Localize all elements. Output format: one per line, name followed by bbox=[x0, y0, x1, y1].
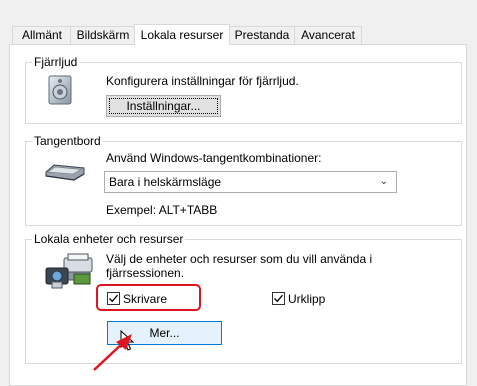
tab-advanced[interactable]: Avancerat bbox=[294, 26, 362, 44]
audio-settings-label: Inställningar... bbox=[126, 99, 201, 113]
keyboard-mode-value: Bara i helskärmsläge bbox=[109, 175, 222, 189]
keyboard-description: Använd Windows-tangentkombinationer: bbox=[106, 151, 322, 165]
keyboard-title: Tangentbord bbox=[32, 134, 103, 148]
printers-highlight-box bbox=[96, 284, 201, 311]
remote-audio-title: Fjärrljud bbox=[32, 55, 80, 69]
devices-icon bbox=[44, 252, 96, 290]
tab-display[interactable]: Bildskärm bbox=[70, 26, 136, 44]
audio-settings-button[interactable]: Inställningar... bbox=[106, 95, 221, 117]
keyboard-example: Exempel: ALT+TABB bbox=[106, 203, 218, 217]
remote-audio-description: Konfigurera inställningar för fjärrljud. bbox=[106, 74, 299, 88]
local-devices-description-line1: Välj de enheter och resurser som du vill… bbox=[106, 252, 373, 266]
tab-label: Avancerat bbox=[301, 28, 355, 42]
checkmark-icon bbox=[274, 294, 283, 303]
remote-audio-group: Fjärrljud bbox=[25, 55, 462, 124]
clipboard-label[interactable]: Urklipp bbox=[288, 292, 325, 306]
more-button-label: Mer... bbox=[149, 326, 180, 340]
chevron-down-icon: ⌄ bbox=[379, 176, 388, 187]
clipboard-checkbox[interactable] bbox=[272, 292, 285, 305]
tab-label: Lokala resurser bbox=[140, 28, 224, 42]
keyboard-mode-select[interactable]: Bara i helskärmsläge ⌄ bbox=[104, 171, 397, 193]
red-arrow-icon bbox=[90, 330, 136, 372]
tab-label: Prestanda bbox=[234, 28, 290, 42]
local-devices-description-line2: fjärrsessionen. bbox=[106, 266, 185, 280]
tab-experience[interactable]: Prestanda bbox=[228, 26, 296, 44]
tab-label: Allmänt bbox=[21, 28, 62, 42]
keyboard-icon bbox=[44, 162, 86, 182]
speaker-icon bbox=[46, 74, 76, 106]
tab-label: Bildskärm bbox=[76, 28, 130, 42]
tab-local-resources[interactable]: Lokala resurser bbox=[134, 24, 230, 45]
tab-strip: Allmänt Bildskärm Lokala resurser Presta… bbox=[0, 24, 477, 46]
tab-general[interactable]: Allmänt bbox=[12, 26, 72, 44]
local-devices-title: Lokala enheter och resurser bbox=[32, 232, 186, 246]
